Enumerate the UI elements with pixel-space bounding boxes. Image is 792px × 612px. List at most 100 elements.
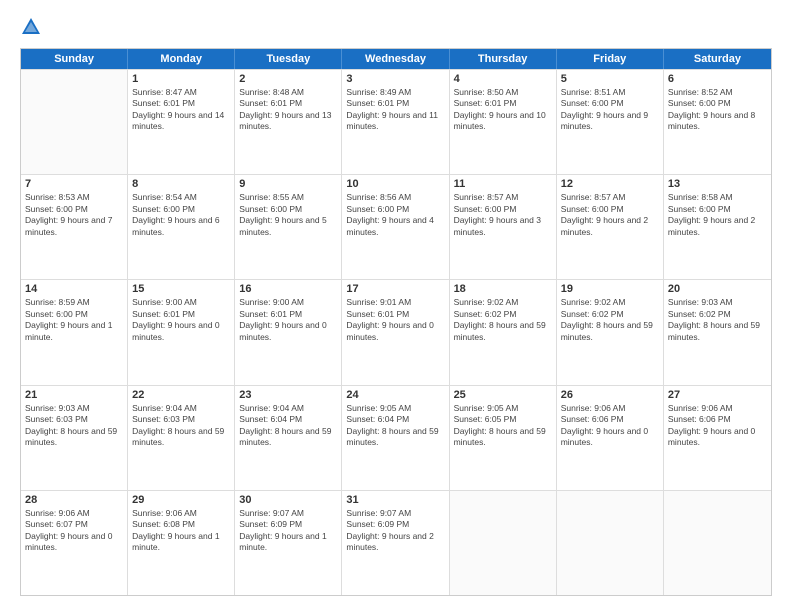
cell-sun-info: Sunrise: 9:02 AMSunset: 6:02 PMDaylight:… — [454, 297, 552, 343]
cell-sun-info: Sunrise: 8:49 AMSunset: 6:01 PMDaylight:… — [346, 87, 444, 133]
cell-day-number: 1 — [132, 73, 230, 85]
calendar-cell: 24Sunrise: 9:05 AMSunset: 6:04 PMDayligh… — [342, 386, 449, 490]
calendar-cell: 3 Sunrise: 8:49 AMSunset: 6:01 PMDaylight… — [342, 70, 449, 174]
cell-sun-info: Sunrise: 9:07 AMSunset: 6:09 PMDaylight:… — [346, 508, 444, 554]
calendar-cell — [450, 491, 557, 595]
cell-sun-info: Sunrise: 9:04 AMSunset: 6:04 PMDaylight:… — [239, 403, 337, 449]
cell-day-number: 11 — [454, 178, 552, 190]
cell-sun-info: Sunrise: 8:47 AMSunset: 6:01 PMDaylight:… — [132, 87, 230, 133]
cell-sun-info: Sunrise: 9:00 AMSunset: 6:01 PMDaylight:… — [239, 297, 337, 343]
weekday-header: Saturday — [664, 49, 771, 69]
cell-day-number: 14 — [25, 283, 123, 295]
cell-day-number: 8 — [132, 178, 230, 190]
cell-day-number: 20 — [668, 283, 767, 295]
calendar-cell: 18 Sunrise: 9:02 AMSunset: 6:02 PMDayligh… — [450, 280, 557, 384]
cell-day-number: 18 — [454, 283, 552, 295]
calendar-cell: 22 Sunrise: 9:04 AMSunset: 6:03 PMDayligh… — [128, 386, 235, 490]
weekday-header: Monday — [128, 49, 235, 69]
calendar-cell: 1 Sunrise: 8:47 AMSunset: 6:01 PMDaylight… — [128, 70, 235, 174]
calendar-cell: 25Sunrise: 9:05 AMSunset: 6:05 PMDayligh… — [450, 386, 557, 490]
weekday-header: Friday — [557, 49, 664, 69]
cell-day-number: 31 — [346, 494, 444, 506]
calendar-cell: 11 Sunrise: 8:57 AMSunset: 6:00 PMDayligh… — [450, 175, 557, 279]
calendar-cell: 26 Sunrise: 9:06 AMSunset: 6:06 PMDayligh… — [557, 386, 664, 490]
cell-sun-info: Sunrise: 9:06 AMSunset: 6:06 PMDaylight:… — [668, 403, 767, 449]
cell-day-number: 9 — [239, 178, 337, 190]
calendar-cell: 21 Sunrise: 9:03 AMSunset: 6:03 PMDayligh… — [21, 386, 128, 490]
cell-day-number: 7 — [25, 178, 123, 190]
calendar-cell: 6 Sunrise: 8:52 AMSunset: 6:00 PMDaylight… — [664, 70, 771, 174]
cell-day-number: 6 — [668, 73, 767, 85]
cell-day-number: 2 — [239, 73, 337, 85]
calendar-cell: 2 Sunrise: 8:48 AMSunset: 6:01 PMDaylight… — [235, 70, 342, 174]
calendar-cell: 7 Sunrise: 8:53 AMSunset: 6:00 PMDaylight… — [21, 175, 128, 279]
cell-sun-info: Sunrise: 9:06 AMSunset: 6:08 PMDaylight:… — [132, 508, 230, 554]
cell-sun-info: Sunrise: 8:57 AMSunset: 6:00 PMDaylight:… — [454, 192, 552, 238]
cell-sun-info: Sunrise: 8:56 AMSunset: 6:00 PMDaylight:… — [346, 192, 444, 238]
cell-day-number: 23 — [239, 389, 337, 401]
calendar-body: 1 Sunrise: 8:47 AMSunset: 6:01 PMDaylight… — [21, 69, 771, 595]
calendar-cell: 10 Sunrise: 8:56 AMSunset: 6:00 PMDayligh… — [342, 175, 449, 279]
calendar-cell: 13 Sunrise: 8:58 AMSunset: 6:00 PMDayligh… — [664, 175, 771, 279]
cell-day-number: 16 — [239, 283, 337, 295]
cell-day-number: 28 — [25, 494, 123, 506]
cell-day-number: 4 — [454, 73, 552, 85]
calendar-cell: 15Sunrise: 9:00 AMSunset: 6:01 PMDayligh… — [128, 280, 235, 384]
cell-sun-info: Sunrise: 8:52 AMSunset: 6:00 PMDaylight:… — [668, 87, 767, 133]
logo — [20, 16, 46, 38]
calendar-cell: 27 Sunrise: 9:06 AMSunset: 6:06 PMDayligh… — [664, 386, 771, 490]
weekday-header: Tuesday — [235, 49, 342, 69]
cell-day-number: 13 — [668, 178, 767, 190]
cell-sun-info: Sunrise: 9:05 AMSunset: 6:04 PMDaylight:… — [346, 403, 444, 449]
cell-sun-info: Sunrise: 8:59 AMSunset: 6:00 PMDaylight:… — [25, 297, 123, 343]
cell-day-number: 3 — [346, 73, 444, 85]
cell-sun-info: Sunrise: 8:50 AMSunset: 6:01 PMDaylight:… — [454, 87, 552, 133]
cell-sun-info: Sunrise: 9:06 AMSunset: 6:06 PMDaylight:… — [561, 403, 659, 449]
weekday-header: Wednesday — [342, 49, 449, 69]
calendar-cell: 16 Sunrise: 9:00 AMSunset: 6:01 PMDayligh… — [235, 280, 342, 384]
calendar-cell: 29 Sunrise: 9:06 AMSunset: 6:08 PMDayligh… — [128, 491, 235, 595]
cell-sun-info: Sunrise: 9:03 AMSunset: 6:02 PMDaylight:… — [668, 297, 767, 343]
cell-sun-info: Sunrise: 9:05 AMSunset: 6:05 PMDaylight:… — [454, 403, 552, 449]
logo-icon — [20, 16, 42, 38]
cell-sun-info: Sunrise: 8:58 AMSunset: 6:00 PMDaylight:… — [668, 192, 767, 238]
calendar-cell — [664, 491, 771, 595]
cell-sun-info: Sunrise: 8:48 AMSunset: 6:01 PMDaylight:… — [239, 87, 337, 133]
calendar-cell: 30 Sunrise: 9:07 AMSunset: 6:09 PMDayligh… — [235, 491, 342, 595]
calendar-cell: 8 Sunrise: 8:54 AMSunset: 6:00 PMDaylight… — [128, 175, 235, 279]
cell-day-number: 10 — [346, 178, 444, 190]
calendar-cell: 20 Sunrise: 9:03 AMSunset: 6:02 PMDayligh… — [664, 280, 771, 384]
cell-sun-info: Sunrise: 9:06 AMSunset: 6:07 PMDaylight:… — [25, 508, 123, 554]
cell-sun-info: Sunrise: 9:07 AMSunset: 6:09 PMDaylight:… — [239, 508, 337, 554]
cell-day-number: 21 — [25, 389, 123, 401]
calendar-cell: 5 Sunrise: 8:51 AMSunset: 6:00 PMDaylight… — [557, 70, 664, 174]
cell-sun-info: Sunrise: 8:51 AMSunset: 6:00 PMDaylight:… — [561, 87, 659, 133]
cell-day-number: 22 — [132, 389, 230, 401]
cell-sun-info: Sunrise: 9:04 AMSunset: 6:03 PMDaylight:… — [132, 403, 230, 449]
cell-day-number: 29 — [132, 494, 230, 506]
cell-day-number: 26 — [561, 389, 659, 401]
calendar-row: 7 Sunrise: 8:53 AMSunset: 6:00 PMDaylight… — [21, 174, 771, 279]
page: SundayMondayTuesdayWednesdayThursdayFrid… — [0, 0, 792, 612]
calendar-cell: 12Sunrise: 8:57 AMSunset: 6:00 PMDayligh… — [557, 175, 664, 279]
calendar-cell: 4 Sunrise: 8:50 AMSunset: 6:01 PMDaylight… — [450, 70, 557, 174]
calendar-row: 1 Sunrise: 8:47 AMSunset: 6:01 PMDaylight… — [21, 69, 771, 174]
cell-day-number: 15 — [132, 283, 230, 295]
calendar-header: SundayMondayTuesdayWednesdayThursdayFrid… — [21, 49, 771, 69]
calendar: SundayMondayTuesdayWednesdayThursdayFrid… — [20, 48, 772, 596]
cell-day-number: 5 — [561, 73, 659, 85]
weekday-header: Thursday — [450, 49, 557, 69]
calendar-row: 14 Sunrise: 8:59 AMSunset: 6:00 PMDayligh… — [21, 279, 771, 384]
cell-day-number: 30 — [239, 494, 337, 506]
calendar-cell: 14 Sunrise: 8:59 AMSunset: 6:00 PMDayligh… — [21, 280, 128, 384]
cell-day-number: 27 — [668, 389, 767, 401]
cell-day-number: 12 — [561, 178, 659, 190]
cell-sun-info: Sunrise: 9:03 AMSunset: 6:03 PMDaylight:… — [25, 403, 123, 449]
calendar-cell — [21, 70, 128, 174]
calendar-cell — [557, 491, 664, 595]
calendar-cell: 19Sunrise: 9:02 AMSunset: 6:02 PMDayligh… — [557, 280, 664, 384]
calendar-row: 21 Sunrise: 9:03 AMSunset: 6:03 PMDayligh… — [21, 385, 771, 490]
cell-day-number: 17 — [346, 283, 444, 295]
cell-sun-info: Sunrise: 8:54 AMSunset: 6:00 PMDaylight:… — [132, 192, 230, 238]
cell-sun-info: Sunrise: 8:53 AMSunset: 6:00 PMDaylight:… — [25, 192, 123, 238]
